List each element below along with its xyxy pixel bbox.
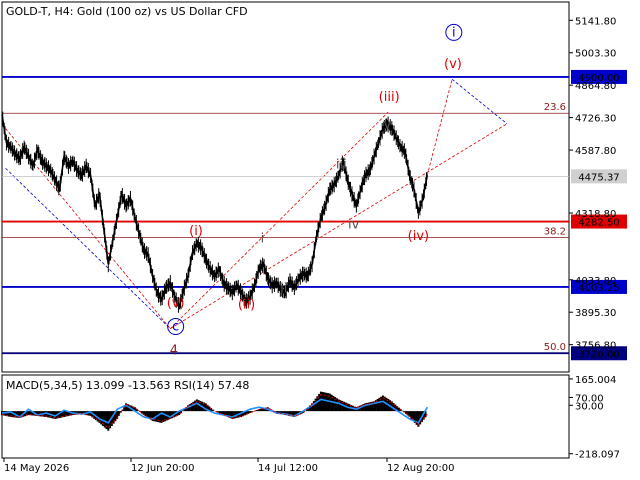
chart-title: GOLD-T, H4: Gold (100 oz) vs US Dollar C… [6, 5, 248, 18]
time-tick-label: 12 Jun 20:00 [131, 463, 195, 474]
macd-axis: 165.00470.0030.00-218.097 [569, 375, 620, 461]
time-tick-label: 14 Jul 12:00 [258, 463, 318, 474]
fibo-label: 23.6 [544, 102, 566, 113]
wave-label: v [384, 117, 392, 132]
time-tick-label: 12 Aug 20:00 [387, 463, 454, 474]
macd-label: MACD(5,34,5) 13.099 -13.563 RSI(14) 57.4… [6, 379, 249, 392]
wave-label: (iii) [379, 90, 400, 105]
price-tick-label: 5141.80 [575, 16, 616, 27]
macd-tick-label: -218.097 [575, 450, 620, 461]
time-axis: 14 May 2026 12 Jun 20:00 14 Jul 12:00 12 Au… [3, 458, 454, 474]
chart-root: GOLD-T, H4: Gold (100 oz) vs US Dollar C… [0, 0, 640, 480]
price-tick-label: 5003.30 [575, 49, 616, 60]
price-tick-label: 4587.80 [575, 146, 616, 157]
price-tick-label: 3756.80 [575, 341, 616, 352]
wave-label: (v) [167, 296, 185, 311]
price-tick-label: 4033.80 [575, 276, 616, 287]
level-tag-label: 4475.37 [578, 172, 619, 183]
fibo-label: 38.2 [544, 226, 566, 237]
wave-label: i [452, 25, 456, 40]
price-tick-label: 3895.30 [575, 308, 616, 319]
price-tick-label: 4864.80 [575, 81, 616, 92]
wave-label: c [172, 320, 179, 335]
wave-label: iii [336, 157, 347, 172]
price-axis: 5141.80 5003.30 4864.80 4726.30 4587.80 4318.… [569, 16, 616, 352]
macd-tick-label: 165.004 [575, 375, 616, 386]
wave-label: (i) [189, 224, 203, 239]
time-tick-label: 14 May 2026 [4, 463, 69, 474]
price-tick-label: 4726.30 [575, 114, 616, 125]
price-tick-label: 4318.80 [575, 209, 616, 220]
main-plot-frame [1, 1, 570, 373]
fibo-label: 50.0 [544, 342, 566, 353]
wave-label: i [261, 232, 265, 247]
wave-label: (ii) [238, 298, 255, 313]
wave-label: (iv) [408, 229, 429, 244]
wave-label: (v) [444, 57, 462, 72]
chart-svg: GOLD-T, H4: Gold (100 oz) vs US Dollar C… [1, 1, 627, 474]
wave-label: ii [280, 281, 287, 296]
wave-label: 4 [170, 343, 178, 358]
macd-tick-label: 30.00 [575, 401, 604, 412]
wave-label: iv [348, 217, 360, 232]
